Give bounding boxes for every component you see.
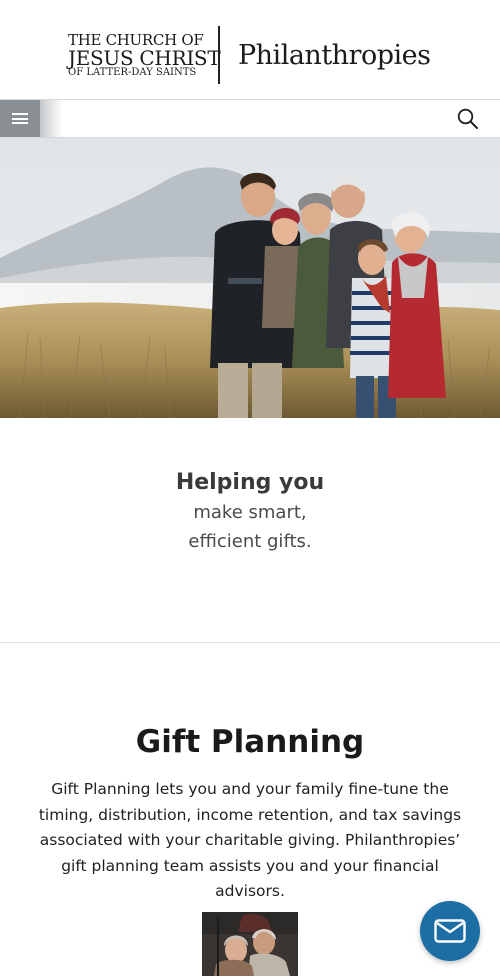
hero-image — [0, 138, 500, 418]
site-name: Philanthropies — [238, 39, 431, 71]
gift-planning-description: Gift Planning lets you and your family f… — [38, 780, 462, 900]
site-header: THE CHURCH OF JESUS CHRIST OF LATTER-DAY… — [0, 0, 500, 98]
menu-fade-decoration — [40, 100, 62, 137]
chat-button[interactable] — [420, 901, 480, 961]
family-on-beach-photo — [0, 138, 500, 418]
tagline-line1: make smart, — [193, 502, 307, 523]
church-logo-line3: OF LATTER-DAY SAINTS — [68, 66, 197, 78]
site-logo[interactable]: THE CHURCH OF JESUS CHRIST OF LATTER-DAY… — [68, 26, 438, 84]
section-divider — [0, 642, 500, 643]
envelope-icon — [434, 919, 466, 943]
logo-divider — [218, 26, 220, 84]
tagline-heading: Helping you — [175, 470, 325, 495]
church-logo-line2: JESUS CHRIST — [68, 45, 221, 70]
gift-planning-thumbnail[interactable] — [202, 912, 298, 976]
gift-planning-title: Gift Planning — [135, 724, 365, 760]
menu-button[interactable] — [0, 100, 40, 137]
magnifying-glass-icon — [457, 108, 478, 129]
hamburger-menu-icon — [12, 113, 28, 124]
tagline-line2: efficient gifts. — [188, 531, 312, 552]
nav-bar — [0, 99, 500, 138]
church-logo: THE CHURCH OF JESUS CHRIST OF LATTER-DAY… — [68, 32, 221, 78]
couple-photo — [202, 912, 298, 976]
tagline: Helping you make smart, efficient gifts. — [0, 468, 500, 556]
search-button[interactable] — [456, 107, 480, 131]
